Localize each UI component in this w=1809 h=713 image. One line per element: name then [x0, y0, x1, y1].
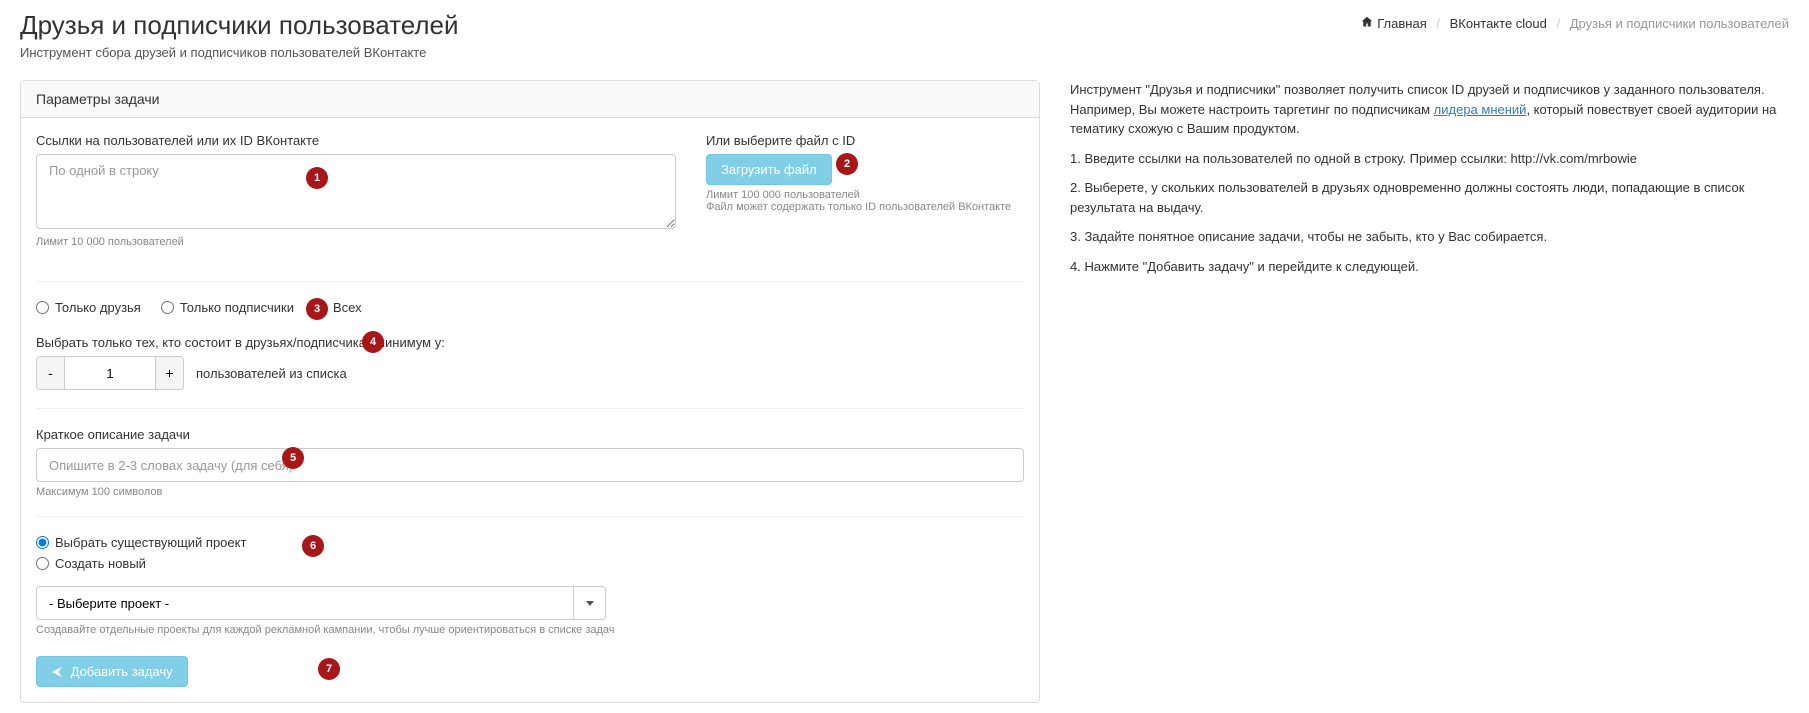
- opinion-leader-link[interactable]: лидера мнений: [1434, 102, 1527, 117]
- radio-create-project[interactable]: Создать новый: [36, 556, 1024, 571]
- stepper-minus[interactable]: -: [37, 357, 65, 389]
- home-icon: [1361, 16, 1373, 31]
- help-step-1: 1. Введите ссылки на пользователей по од…: [1070, 149, 1789, 169]
- users-label: Ссылки на пользователей или их ID ВКонта…: [36, 133, 676, 148]
- help-step-3: 3. Задайте понятное описание задачи, что…: [1070, 227, 1789, 247]
- panel-heading: Параметры задачи: [21, 81, 1039, 118]
- radio-existing-input[interactable]: [36, 536, 49, 549]
- desc-label: Краткое описание задачи: [36, 427, 1024, 442]
- desc-input[interactable]: [36, 448, 1024, 482]
- marker-7: 7: [318, 658, 340, 680]
- breadcrumb-vk-cloud[interactable]: ВКонтакте cloud: [1450, 16, 1547, 31]
- page-subtitle: Инструмент сбора друзей и подписчиков по…: [20, 45, 458, 60]
- stepper-input[interactable]: [65, 357, 155, 389]
- breadcrumb-current: Друзья и подписчики пользователей: [1570, 16, 1789, 31]
- radio-create-input[interactable]: [36, 557, 49, 570]
- mode-radio-group: Только друзья Только подписчики Всех 3: [36, 300, 1024, 315]
- desc-help: Максимум 100 символов: [36, 486, 1024, 498]
- radio-friends-input[interactable]: [36, 301, 49, 314]
- radio-subscribers-input[interactable]: [161, 301, 174, 314]
- add-task-button[interactable]: Добавить задачу: [36, 656, 188, 687]
- file-help2: Файл может содержать только ID пользоват…: [706, 201, 1024, 213]
- file-help1: Лимит 100 000 пользователей: [706, 189, 1024, 201]
- marker-1: 1: [306, 167, 328, 189]
- send-icon: [51, 664, 71, 679]
- task-panel: Параметры задачи Ссылки на пользователей…: [20, 80, 1040, 703]
- file-label: Или выберите файл с ID: [706, 133, 1024, 148]
- radio-existing-project[interactable]: Выбрать существующий проект: [36, 535, 1024, 550]
- minimum-label: Выбрать только тех, кто состоит в друзья…: [36, 335, 1024, 350]
- marker-6: 6: [302, 535, 324, 557]
- users-textarea[interactable]: [36, 154, 676, 229]
- project-select[interactable]: - Выберите проект -: [36, 586, 574, 620]
- radio-subscribers[interactable]: Только подписчики: [161, 300, 294, 315]
- quantity-stepper: - +: [36, 356, 184, 390]
- upload-file-button[interactable]: Загрузить файл: [706, 154, 832, 185]
- help-step-4: 4. Нажмите "Добавить задачу" и перейдите…: [1070, 257, 1789, 277]
- help-step-2: 2. Выберете, у скольких пользователей в …: [1070, 178, 1789, 217]
- marker-2: 2: [836, 153, 858, 175]
- marker-3: 3: [306, 298, 328, 320]
- radio-friends[interactable]: Только друзья: [36, 300, 141, 315]
- marker-4: 4: [362, 331, 384, 353]
- breadcrumb: Главная / ВКонтакте cloud / Друзья и под…: [1361, 10, 1789, 31]
- breadcrumb-home[interactable]: Главная: [1377, 16, 1426, 31]
- stepper-suffix: пользователей из списка: [196, 366, 347, 381]
- stepper-plus[interactable]: +: [155, 357, 183, 389]
- chevron-down-icon: [586, 601, 594, 606]
- users-help: Лимит 10 000 пользователей: [36, 236, 676, 248]
- project-help: Создавайте отдельные проекты для каждой …: [36, 624, 1024, 636]
- marker-5: 5: [282, 447, 304, 469]
- page-title: Друзья и подписчики пользователей: [20, 10, 458, 41]
- select-caret[interactable]: [574, 586, 606, 620]
- help-sidebar: Инструмент "Друзья и подписчики" позволя…: [1070, 80, 1789, 703]
